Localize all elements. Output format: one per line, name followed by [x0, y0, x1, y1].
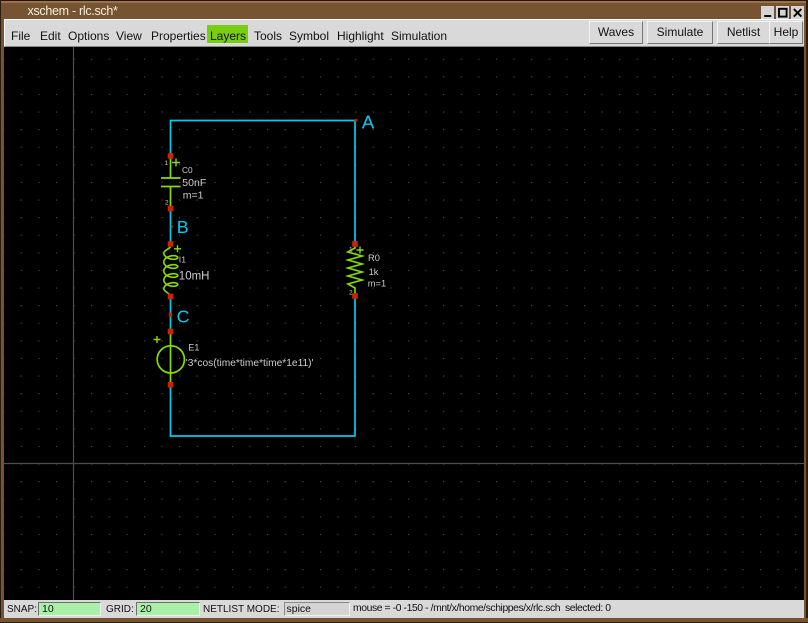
svg-text:C0: C0 — [182, 165, 193, 175]
svg-text:E1: E1 — [188, 343, 199, 353]
svg-text:l1: l1 — [179, 255, 186, 265]
svg-text:m=1: m=1 — [368, 279, 386, 289]
svg-text:'3*cos(time*time*time*1e11)': '3*cos(time*time*time*1e11)' — [186, 358, 314, 369]
svg-text:A: A — [362, 112, 375, 133]
svg-text:2: 2 — [165, 200, 169, 207]
svg-text:R0: R0 — [368, 253, 380, 263]
svg-text:1: 1 — [165, 160, 169, 167]
svg-text:1: 1 — [349, 247, 353, 254]
svg-text:10mH: 10mH — [179, 270, 210, 282]
svg-text:2: 2 — [349, 290, 353, 297]
svg-text:m=1: m=1 — [183, 190, 204, 202]
svg-text:C: C — [177, 306, 190, 326]
svg-text:1k: 1k — [369, 267, 379, 277]
svg-text:B: B — [177, 217, 189, 237]
svg-text:50nF: 50nF — [182, 177, 206, 189]
